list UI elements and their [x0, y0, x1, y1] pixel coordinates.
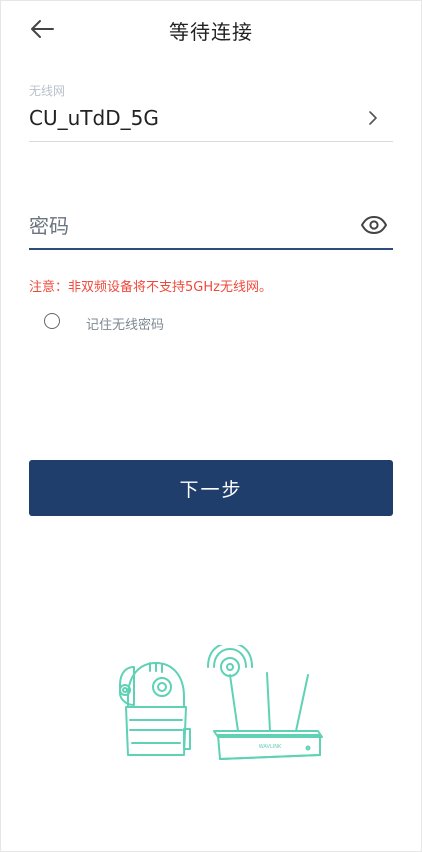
password-input[interactable]	[29, 208, 349, 244]
camera-router-illustration: WAVLINK	[119, 645, 323, 760]
page-title: 等待连接	[169, 20, 253, 44]
header: 等待连接	[0, 0, 422, 60]
router-icon	[207, 645, 323, 760]
remember-password-radio[interactable]	[44, 313, 60, 329]
password-underline	[29, 248, 393, 250]
next-button[interactable]: 下一步	[29, 460, 393, 516]
wifi-label: 无线网	[29, 84, 66, 98]
chevron-right-icon	[369, 111, 377, 125]
wifi-name: CU_uTdD_5G	[29, 106, 159, 130]
dual-band-notice: 注意：非双频设备将不支持5GHz无线网。	[29, 280, 272, 295]
router-brand: WAVLINK	[259, 744, 282, 750]
camera-icon	[119, 662, 191, 756]
toggle-password-visibility[interactable]	[360, 213, 388, 237]
eye-icon	[361, 216, 387, 234]
divider	[29, 141, 393, 142]
remember-password-label[interactable]: 记住无线密码	[86, 314, 164, 333]
